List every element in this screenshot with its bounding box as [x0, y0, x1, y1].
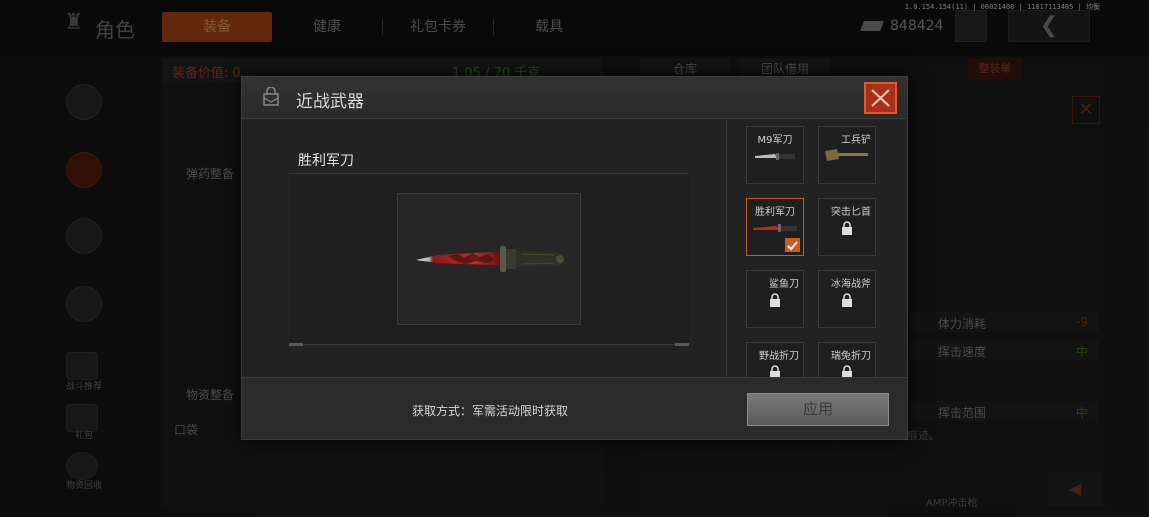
- slot-label: 瑞兔折刀: [831, 351, 871, 362]
- lock-icon: [770, 365, 780, 377]
- lock-icon: [842, 221, 852, 235]
- slot-label: 冰海战斧: [831, 279, 871, 290]
- dialog-footer: 获取方式：军需活动限时获取 应用: [242, 377, 907, 439]
- weapon-slot-locked[interactable]: 突击匕首: [818, 198, 876, 256]
- weapon-slot-locked[interactable]: 鲨鱼刀: [746, 270, 804, 328]
- weapon-slot-locked[interactable]: 野战折刀: [746, 342, 804, 377]
- weapon-preview: [397, 193, 581, 325]
- weapon-slot-selected[interactable]: 胜利军刀: [746, 198, 804, 256]
- acquire-method: 获取方式：军需活动限时获取: [412, 404, 569, 418]
- melee-weapon-dialog: 近战武器 胜利军刀 M9军刀 工兵铲 胜利军刀 突击匕首 鲨鱼刀 冰海战斧 野战…: [241, 76, 908, 440]
- weapon-slot-locked[interactable]: 冰海战斧: [818, 270, 876, 328]
- close-button[interactable]: [864, 82, 897, 114]
- frame-corner: [675, 343, 689, 346]
- lock-icon: [842, 365, 852, 377]
- slot-label: 野战折刀: [759, 351, 799, 362]
- dialog-title: 近战武器: [296, 92, 364, 112]
- slot-label: 鲨鱼刀: [769, 279, 799, 290]
- bag-icon: [263, 87, 279, 106]
- close-icon: [871, 89, 890, 107]
- selected-weapon-name: 胜利军刀: [298, 153, 354, 169]
- lock-icon: [842, 293, 852, 307]
- shovel-icon: [825, 149, 868, 161]
- knife-icon: [755, 153, 795, 160]
- slot-label: 突击匕首: [831, 207, 871, 218]
- weapon-slot[interactable]: M9军刀: [746, 126, 804, 184]
- panel-divider: [726, 120, 727, 377]
- frame-corner: [289, 343, 303, 346]
- weapon-preview-frame: [289, 173, 689, 346]
- weapon-slot[interactable]: 工兵铲: [818, 126, 876, 184]
- weapon-slot-locked[interactable]: 瑞兔折刀: [818, 342, 876, 377]
- check-icon: [785, 238, 800, 252]
- weapon-slot-grid: M9军刀 工兵铲 胜利军刀 突击匕首 鲨鱼刀 冰海战斧 野战折刀 瑞兔折刀: [746, 126, 881, 377]
- dialog-header: 近战武器: [242, 77, 907, 119]
- lock-icon: [770, 293, 780, 307]
- knife-image: [416, 246, 564, 272]
- apply-button[interactable]: 应用: [747, 393, 889, 426]
